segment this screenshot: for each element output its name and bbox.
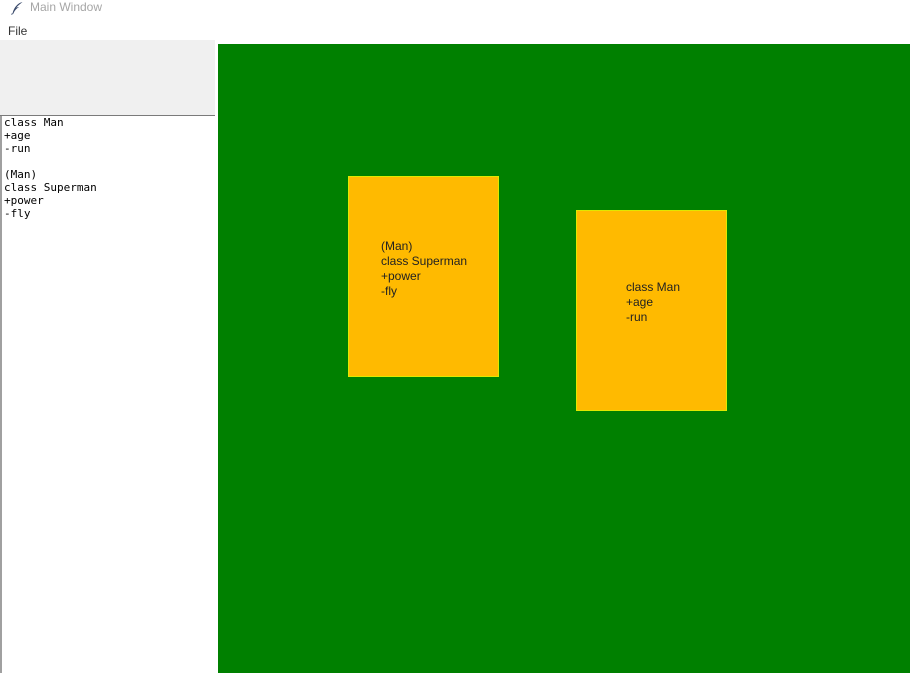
main-window: Main Window File class Man +age -run (Ma… bbox=[0, 0, 910, 673]
feather-icon bbox=[10, 1, 24, 15]
title-bar: Main Window bbox=[0, 0, 910, 20]
left-toolbar-area bbox=[0, 40, 215, 116]
diagram-canvas[interactable]: (Man) class Superman +power -fly class M… bbox=[218, 44, 910, 673]
menu-file[interactable]: File bbox=[8, 24, 27, 38]
class-card-man[interactable]: class Man +age -run bbox=[576, 210, 727, 411]
class-definition-editor[interactable]: class Man +age -run (Man) class Superman… bbox=[2, 116, 215, 673]
window-title: Main Window bbox=[30, 0, 103, 14]
class-card-text: (Man) class Superman +power -fly bbox=[381, 239, 468, 298]
class-card-superman[interactable]: (Man) class Superman +power -fly bbox=[348, 176, 499, 377]
menu-bar: File bbox=[0, 20, 910, 40]
class-card-text: class Man +age -run bbox=[626, 280, 681, 324]
left-pane: class Man +age -run (Man) class Superman… bbox=[0, 40, 217, 673]
